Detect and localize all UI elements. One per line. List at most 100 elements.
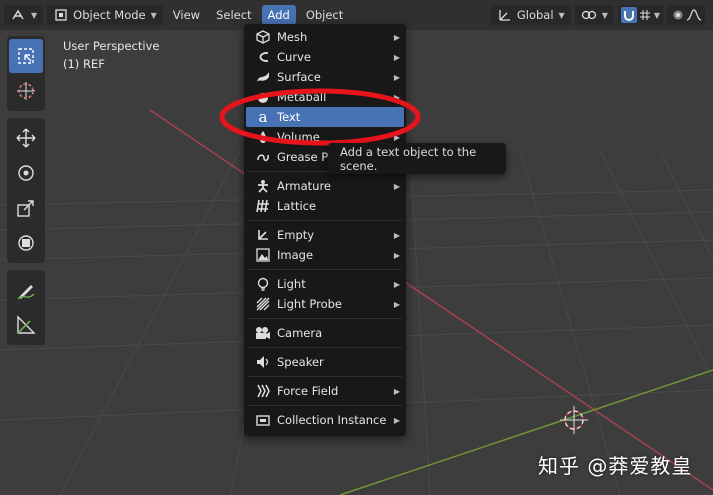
- metaball-icon: [254, 89, 272, 105]
- menu-separator: [248, 347, 402, 348]
- snap-grid-icon: [637, 7, 653, 23]
- light-icon: [254, 276, 272, 292]
- watermark: 知乎 @莽爱教皇: [538, 454, 693, 478]
- chevron-down-icon: ▼: [31, 10, 38, 20]
- menu-item-label: Light: [277, 277, 306, 291]
- submenu-arrow-icon: ▶: [393, 299, 400, 309]
- force-field-icon: [254, 383, 272, 399]
- menu-item-metaball[interactable]: Metaball ▶: [246, 87, 404, 107]
- chevron-down-icon: ▼: [601, 10, 608, 20]
- mode-selector[interactable]: Object Mode ▼: [47, 5, 163, 25]
- menu-separator: [248, 269, 402, 270]
- submenu-arrow-icon: ▶: [393, 92, 400, 102]
- cursor-icon[interactable]: [9, 74, 43, 108]
- move-icon[interactable]: [9, 121, 43, 155]
- submenu-arrow-icon: ▶: [393, 279, 400, 289]
- menu-item-label: Text: [277, 110, 301, 124]
- menu-item-label: Camera: [277, 326, 323, 340]
- armature-icon: [254, 178, 272, 194]
- menu-view[interactable]: View: [167, 5, 206, 25]
- empty-icon: [254, 227, 272, 243]
- submenu-arrow-icon: ▶: [393, 132, 400, 142]
- submenu-arrow-icon: ▶: [393, 52, 400, 62]
- view-name: User Perspective: [63, 39, 160, 53]
- menu-add[interactable]: Add: [261, 5, 296, 25]
- annotate-icon[interactable]: [9, 273, 43, 307]
- tooltip: Add a text object to the scene.: [328, 143, 506, 174]
- camera-icon: [254, 325, 272, 341]
- collection-instance-icon: [254, 412, 272, 428]
- menu-item-light-probe[interactable]: Light Probe ▶: [246, 294, 404, 314]
- menu-item-text[interactable]: a Text: [246, 107, 404, 127]
- menu-item-force-field[interactable]: Force Field ▶: [246, 381, 404, 401]
- menu-item-speaker[interactable]: Speaker: [246, 352, 404, 372]
- transform-orientation-selector[interactable]: Global ▼: [490, 5, 571, 25]
- submenu-arrow-icon: ▶: [393, 386, 400, 396]
- menu-select[interactable]: Select: [210, 5, 257, 25]
- grease-pencil-icon: [254, 149, 272, 165]
- menu-item-light[interactable]: Light ▶: [246, 274, 404, 294]
- surface-icon: [254, 69, 272, 85]
- submenu-arrow-icon: ▶: [393, 32, 400, 42]
- proportional-edit-toggle[interactable]: [667, 5, 705, 25]
- transform-icon[interactable]: [9, 226, 43, 260]
- mesh-icon: [254, 29, 272, 45]
- tool-group-select: [7, 36, 45, 111]
- text-icon: a: [258, 108, 268, 126]
- menu-item-label: Force Field: [277, 384, 339, 398]
- speaker-icon: [254, 354, 272, 370]
- menu-object[interactable]: Object: [300, 5, 349, 25]
- menu-item-label: Curve: [277, 50, 311, 64]
- mode-label: Object Mode: [73, 8, 146, 22]
- tool-group-transform: [7, 118, 45, 263]
- volume-icon: [254, 129, 272, 145]
- menu-item-mesh[interactable]: Mesh ▶: [246, 27, 404, 47]
- pivot-selector[interactable]: ▼: [574, 5, 614, 25]
- object-mode-icon: [53, 7, 69, 23]
- menu-separator: [248, 220, 402, 221]
- snap-toggle[interactable]: ▼: [617, 5, 663, 25]
- magnet-icon: [620, 7, 637, 23]
- curve-icon: [254, 49, 272, 65]
- measure-icon[interactable]: [9, 308, 43, 342]
- menu-separator: [248, 405, 402, 406]
- menu-item-camera[interactable]: Camera: [246, 323, 404, 343]
- editor-type-button[interactable]: ▼: [4, 5, 44, 25]
- menu-item-label: Volume: [277, 130, 320, 144]
- menu-item-image[interactable]: Image ▶: [246, 245, 404, 265]
- 3d-cursor-icon[interactable]: [560, 406, 588, 434]
- menu-item-lattice[interactable]: Lattice: [246, 196, 404, 216]
- chevron-down-icon: ▼: [653, 10, 660, 20]
- submenu-arrow-icon: ▶: [393, 230, 400, 240]
- light-probe-icon: [254, 296, 272, 312]
- menu-item-label: Surface: [277, 70, 321, 84]
- submenu-arrow-icon: ▶: [393, 415, 400, 425]
- menu-item-label: Empty: [277, 228, 315, 242]
- menu-item-curve[interactable]: Curve ▶: [246, 47, 404, 67]
- lattice-icon: [254, 198, 272, 214]
- tool-shelf: [7, 36, 45, 352]
- menu-item-armature[interactable]: Armature ▶: [246, 176, 404, 196]
- submenu-arrow-icon: ▶: [393, 250, 400, 260]
- menu-item-label: Armature: [277, 179, 331, 193]
- viewport-info: User Perspective (1) REF: [63, 37, 159, 73]
- add-menu: Mesh ▶ Curve ▶ Surface ▶ Metaball ▶ a Text V…: [244, 24, 406, 436]
- scale-icon[interactable]: [9, 191, 43, 225]
- menu-item-surface[interactable]: Surface ▶: [246, 67, 404, 87]
- menu-separator: [248, 318, 402, 319]
- menu-item-label: Image: [277, 248, 314, 262]
- menu-item-collection-instance[interactable]: Collection Instance ▶: [246, 410, 404, 430]
- submenu-arrow-icon: ▶: [393, 72, 400, 82]
- rotate-icon[interactable]: [9, 156, 43, 190]
- active-collection: (1) REF: [63, 57, 105, 71]
- select-box-icon[interactable]: [9, 39, 43, 73]
- menu-item-label: Metaball: [277, 90, 327, 104]
- axis-view-icon: [10, 7, 26, 23]
- tool-group-annotate: [7, 270, 45, 345]
- menu-item-label: Light Probe: [277, 297, 342, 311]
- image-icon: [254, 247, 272, 263]
- orientation-icon: [497, 7, 513, 23]
- menu-item-label: Lattice: [277, 199, 317, 213]
- menu-item-label: Collection Instance: [277, 413, 387, 427]
- menu-item-empty[interactable]: Empty ▶: [246, 225, 404, 245]
